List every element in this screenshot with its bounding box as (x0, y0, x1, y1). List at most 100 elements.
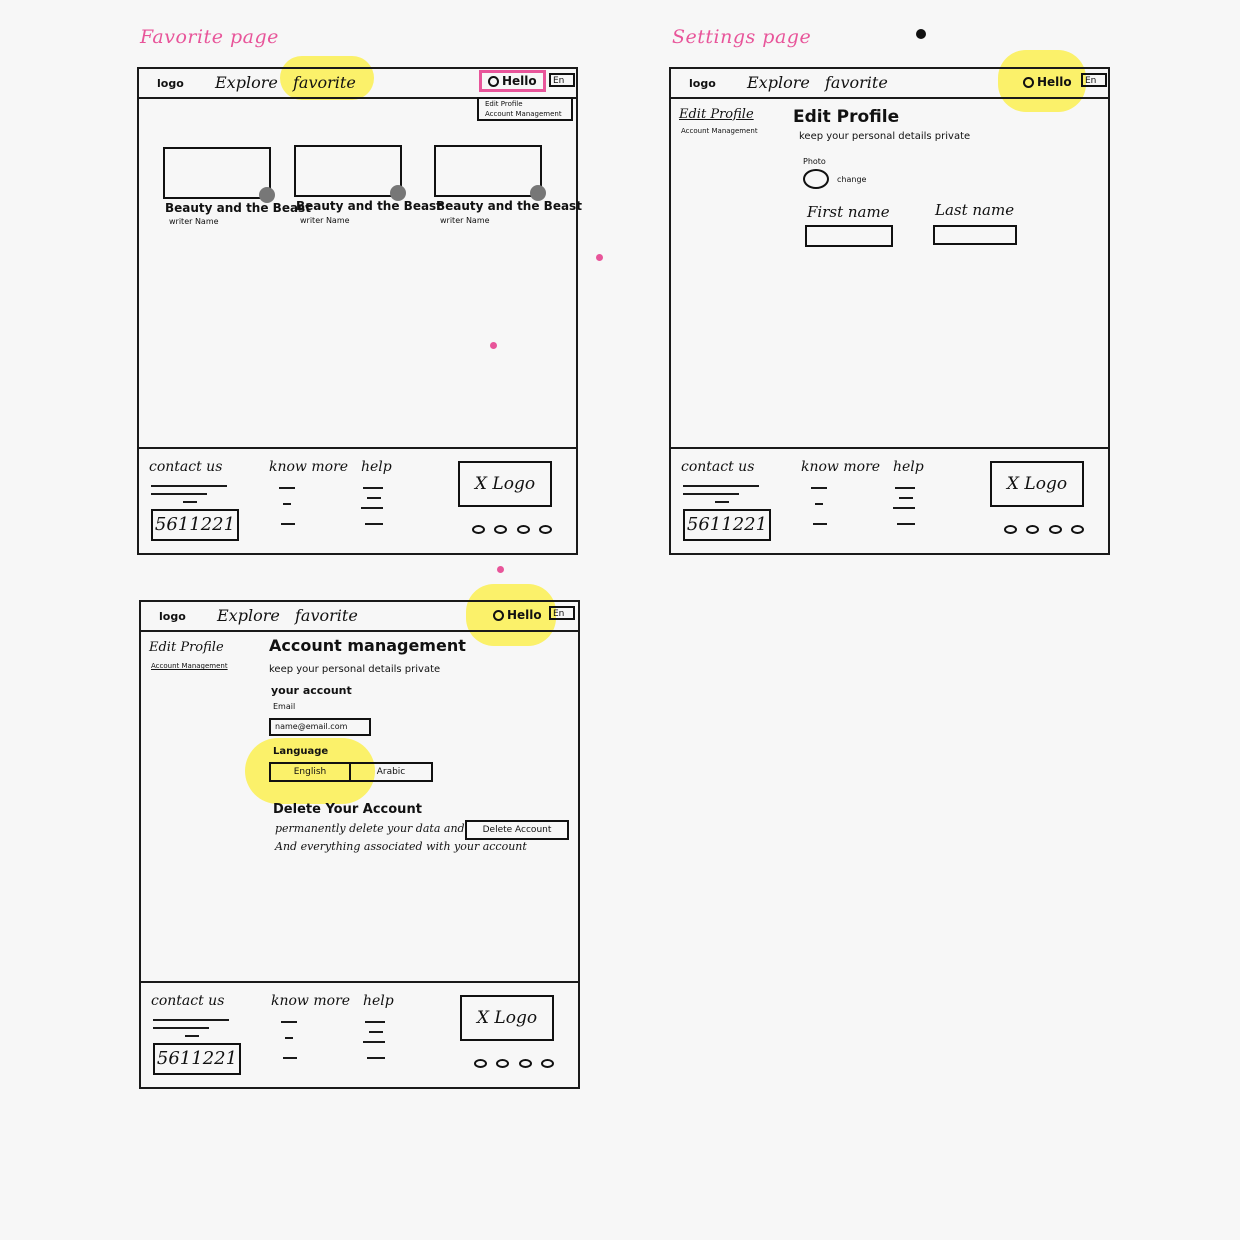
footer-know-more[interactable]: know more (271, 993, 350, 1009)
social-icons (474, 1059, 554, 1068)
divider (283, 1057, 297, 1059)
last-name-label: Last name (935, 201, 1015, 219)
card-writer: writer Name (169, 217, 219, 226)
user-icon (1023, 77, 1034, 88)
email-field[interactable]: name@email.com (269, 718, 371, 736)
social-icon[interactable] (1026, 525, 1040, 534)
footer-help[interactable]: help (893, 459, 924, 475)
card-title[interactable]: Beauty and the Beast (165, 201, 311, 215)
social-icons (1004, 525, 1084, 534)
divider (279, 487, 295, 489)
user-menu-label: Hello (507, 608, 542, 622)
nav-favorite[interactable]: favorite (825, 73, 888, 92)
photo-avatar[interactable] (803, 169, 829, 189)
nav-favorite[interactable]: favorite (295, 606, 358, 625)
footer: contact us 5611221 know more help X Logo (139, 447, 576, 553)
divider (361, 507, 383, 509)
change-photo-link[interactable]: change (837, 175, 866, 184)
nav-explore[interactable]: Explore (215, 73, 278, 92)
user-menu-button[interactable]: Hello (1023, 75, 1072, 89)
social-icons (472, 525, 552, 534)
user-menu-button[interactable]: Hello (493, 608, 542, 622)
footer-know-more[interactable]: know more (801, 459, 880, 475)
english-label: English (293, 767, 327, 777)
language-option-english[interactable]: English (269, 762, 351, 782)
language-select[interactable]: En (549, 73, 575, 87)
nav-explore[interactable]: Explore (747, 73, 810, 92)
divider (153, 1019, 229, 1021)
divider (281, 1021, 297, 1023)
side-edit-profile[interactable]: Edit Profile (149, 640, 224, 655)
dropdown-account-management[interactable]: Account Management (485, 109, 571, 119)
divider (285, 1037, 293, 1039)
last-name-input[interactable] (933, 225, 1017, 245)
side-account-management[interactable]: Account Management (151, 662, 228, 670)
social-icon[interactable] (496, 1059, 510, 1068)
side-account-management[interactable]: Account Management (681, 127, 758, 135)
favorite-card-image[interactable] (294, 145, 406, 201)
delete-account-button[interactable]: Delete Account (465, 820, 569, 840)
your-account-label: your account (271, 684, 352, 697)
footer: contact us 5611221 know more help X Logo (671, 447, 1108, 553)
social-icon[interactable] (494, 525, 508, 534)
card-title[interactable]: Beauty and the Beast (296, 199, 442, 213)
footer-know-more[interactable]: know more (269, 459, 348, 475)
divider (363, 1041, 385, 1043)
first-name-input[interactable] (805, 225, 893, 247)
footer-help[interactable]: help (363, 993, 394, 1009)
favorite-page-title: Favorite page (140, 26, 279, 48)
social-icon[interactable] (472, 525, 485, 534)
logo[interactable]: logo (157, 77, 184, 90)
email-label: Email (273, 702, 296, 711)
language-select[interactable]: En (549, 606, 575, 620)
nav-explore[interactable]: Explore (217, 606, 280, 625)
logo[interactable]: logo (159, 610, 186, 623)
divider (153, 1027, 209, 1029)
favorite-card-image[interactable] (163, 147, 275, 203)
settings-page-title: Settings page (672, 26, 812, 48)
divider (281, 523, 295, 525)
favorite-wireframe: logo Explore favorite Hello En Edit Prof… (137, 67, 582, 555)
delete-account-text: And everything associated with your acco… (275, 840, 527, 853)
divider (369, 1031, 383, 1033)
nav-favorite[interactable]: favorite (293, 73, 356, 92)
card-writer: writer Name (300, 216, 350, 225)
social-icon[interactable] (1070, 525, 1084, 534)
card-title[interactable]: Beauty and the Beast (436, 199, 582, 213)
social-icon[interactable] (1004, 525, 1017, 534)
language-select[interactable]: En (1081, 73, 1107, 87)
divider (811, 487, 827, 489)
footer-logo: X Logo (458, 461, 552, 507)
settings-heading: Edit Profile (793, 107, 900, 127)
social-icon[interactable] (538, 525, 552, 534)
footer-contact-us[interactable]: contact us (151, 993, 224, 1009)
language-option-arabic[interactable]: Arabic (349, 762, 433, 782)
divider (815, 503, 823, 505)
footer-logo: X Logo (460, 995, 554, 1041)
user-menu-button[interactable]: Hello (479, 70, 546, 92)
social-icon[interactable] (1048, 525, 1062, 534)
user-menu-label: Hello (502, 74, 537, 88)
side-edit-profile[interactable]: Edit Profile (679, 107, 754, 122)
favorite-card-image[interactable] (434, 145, 546, 201)
account-wireframe: logo Explore favorite Hello En Edit Prof… (139, 600, 580, 1089)
social-icon[interactable] (540, 1059, 554, 1068)
dropdown-edit-profile[interactable]: Edit Profile (485, 99, 571, 109)
divider (151, 493, 207, 495)
divider (715, 501, 729, 503)
social-icon[interactable] (518, 1059, 532, 1068)
divider (683, 493, 739, 495)
social-icon[interactable] (474, 1059, 487, 1068)
divider (183, 501, 197, 503)
footer-help[interactable]: help (361, 459, 392, 475)
footer-contact-us[interactable]: contact us (149, 459, 222, 475)
divider (283, 503, 291, 505)
footer-phone: 5611221 (683, 509, 771, 541)
navbar: logo Explore favorite Hello En (139, 69, 576, 99)
divider (367, 1057, 385, 1059)
account-heading: Account management (269, 636, 466, 655)
divider (185, 1035, 199, 1037)
social-icon[interactable] (516, 525, 530, 534)
footer-contact-us[interactable]: contact us (681, 459, 754, 475)
logo[interactable]: logo (689, 77, 716, 90)
